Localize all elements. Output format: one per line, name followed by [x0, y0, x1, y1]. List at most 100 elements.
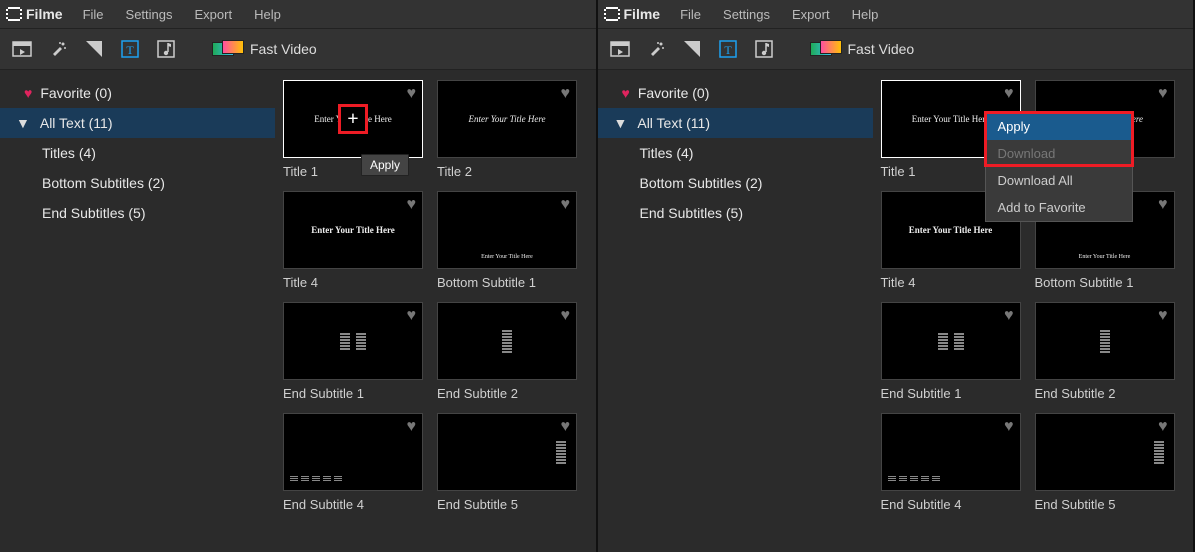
template-thumb-es2[interactable]: ♥ [437, 302, 577, 380]
menu-help[interactable]: Help [844, 5, 887, 24]
ctx-download-all[interactable]: Download All [986, 167, 1132, 194]
ctx-add-favorite[interactable]: Add to Favorite [986, 194, 1132, 221]
sidebar-item-all-text[interactable]: ▼ All Text (11) [598, 108, 873, 138]
menu-file[interactable]: File [672, 5, 709, 24]
favorite-heart-icon[interactable]: ♥ [1004, 307, 1014, 325]
template-thumb-es5[interactable]: ♥ [1035, 413, 1175, 491]
transitions-icon[interactable] [678, 35, 706, 63]
sidebar-item-all-text[interactable]: ▼ All Text (11) [0, 108, 275, 138]
ctx-apply[interactable]: Apply [986, 113, 1132, 140]
template-label: End Subtitle 4 [283, 497, 423, 512]
template-thumb-es4[interactable]: ♥ [881, 413, 1021, 491]
template-thumb-es5[interactable]: ♥ [437, 413, 577, 491]
template-card[interactable]: Enter Your Title Here ♥ Bottom Subtitle … [437, 191, 577, 290]
menu-export[interactable]: Export [187, 5, 241, 24]
app-name: Filme [624, 6, 661, 22]
sidebar-item-bottom-subtitles[interactable]: Bottom Subtitles (2) [598, 168, 873, 198]
template-thumb-title1[interactable]: Enter Your Title Here ♥ + [283, 80, 423, 158]
svg-text:T: T [724, 43, 732, 57]
content-area: Enter Your Title Here ♥ Title 1 Enter Yo… [873, 70, 1194, 552]
sidebar-item-end-subtitles[interactable]: End Subtitles (5) [598, 198, 873, 228]
thumb-graphic [938, 333, 964, 350]
sidebar-item-titles[interactable]: Titles (4) [598, 138, 873, 168]
thumb-preview-text: Enter Your Title Here [305, 225, 401, 235]
favorite-heart-icon[interactable]: ♥ [407, 196, 417, 214]
sidebar-item-label: All Text (11) [40, 115, 113, 131]
favorite-heart-icon[interactable]: ♥ [561, 307, 571, 325]
template-label: End Subtitle 2 [1035, 386, 1175, 401]
media-icon[interactable] [8, 35, 36, 63]
menu-export[interactable]: Export [784, 5, 838, 24]
template-thumb-es2[interactable]: ♥ [1035, 302, 1175, 380]
menu-help[interactable]: Help [246, 5, 289, 24]
template-label: Title 4 [881, 275, 1021, 290]
favorite-heart-icon[interactable]: ♥ [1004, 85, 1014, 103]
sidebar-item-favorite[interactable]: ♥ Favorite (0) [598, 78, 873, 108]
text-icon[interactable]: T [714, 35, 742, 63]
fast-video-label: Fast Video [250, 41, 317, 57]
sidebar-item-label: Favorite (0) [638, 85, 710, 101]
template-thumb-title2[interactable]: Enter Your Title Here ♥ [437, 80, 577, 158]
favorite-heart-icon[interactable]: ♥ [407, 307, 417, 325]
text-icon[interactable]: T [116, 35, 144, 63]
template-card[interactable]: Enter Your Title Here ♥ + Title 1 Apply [283, 80, 423, 179]
menu-settings[interactable]: Settings [715, 5, 778, 24]
sidebar-item-favorite[interactable]: ♥ Favorite (0) [0, 78, 275, 108]
template-card[interactable]: ♥ End Subtitle 1 [881, 302, 1021, 401]
effects-icon[interactable] [642, 35, 670, 63]
favorite-heart-icon[interactable]: ♥ [1158, 418, 1168, 436]
ctx-download[interactable]: Download [986, 140, 1132, 167]
favorite-heart-icon[interactable]: ♥ [407, 418, 417, 436]
svg-text:T: T [126, 43, 134, 57]
menu-file[interactable]: File [75, 5, 112, 24]
transitions-icon[interactable] [80, 35, 108, 63]
favorite-heart-icon[interactable]: ♥ [561, 418, 571, 436]
template-thumb-es1[interactable]: ♥ [283, 302, 423, 380]
template-label: Bottom Subtitle 1 [1035, 275, 1175, 290]
menu-settings[interactable]: Settings [118, 5, 181, 24]
template-card[interactable]: Enter Your Title Here ♥ Title 2 [437, 80, 577, 179]
heart-icon: ♥ [24, 85, 32, 101]
sidebar-item-label: Titles (4) [640, 145, 694, 161]
titlebar: Filme File Settings Export Help [598, 0, 1194, 28]
fast-video-button[interactable]: Fast Video [810, 40, 915, 58]
toolbar: T Fast Video [0, 28, 596, 70]
sidebar-item-titles[interactable]: Titles (4) [0, 138, 275, 168]
sidebar-item-bottom-subtitles[interactable]: Bottom Subtitles (2) [0, 168, 275, 198]
favorite-heart-icon[interactable]: ♥ [561, 85, 571, 103]
favorite-heart-icon[interactable]: ♥ [1158, 196, 1168, 214]
template-card[interactable]: ♥ End Subtitle 2 [437, 302, 577, 401]
template-card[interactable]: Enter Your Title Here ♥ Title 4 [283, 191, 423, 290]
heart-icon: ♥ [622, 85, 630, 101]
sidebar-item-end-subtitles[interactable]: End Subtitles (5) [0, 198, 275, 228]
favorite-heart-icon[interactable]: ♥ [561, 196, 571, 214]
template-thumb-bs1[interactable]: Enter Your Title Here ♥ [437, 191, 577, 269]
effects-icon[interactable] [44, 35, 72, 63]
favorite-heart-icon[interactable]: ♥ [1158, 85, 1168, 103]
template-label: End Subtitle 2 [437, 386, 577, 401]
favorite-heart-icon[interactable]: ♥ [407, 85, 417, 103]
template-card[interactable]: ♥ End Subtitle 1 [283, 302, 423, 401]
fast-video-button[interactable]: Fast Video [212, 40, 317, 58]
chevron-down-icon: ▼ [614, 115, 628, 131]
template-card[interactable]: ♥ End Subtitle 4 [881, 413, 1021, 512]
thumb-preview-text: Enter Your Title Here [903, 225, 999, 235]
media-icon[interactable] [606, 35, 634, 63]
favorite-heart-icon[interactable]: ♥ [1158, 307, 1168, 325]
favorite-heart-icon[interactable]: ♥ [1004, 418, 1014, 436]
template-card[interactable]: ♥ End Subtitle 5 [437, 413, 577, 512]
template-card[interactable]: ♥ End Subtitle 4 [283, 413, 423, 512]
audio-icon[interactable] [152, 35, 180, 63]
template-thumb-title4[interactable]: Enter Your Title Here ♥ [283, 191, 423, 269]
template-thumb-es1[interactable]: ♥ [881, 302, 1021, 380]
app-logo: Filme [604, 6, 661, 22]
context-menu: Apply Download Download All Add to Favor… [985, 112, 1133, 222]
apply-plus-button[interactable]: + [338, 104, 368, 134]
template-card[interactable]: ♥ End Subtitle 5 [1035, 413, 1175, 512]
template-label: End Subtitle 5 [1035, 497, 1175, 512]
audio-icon[interactable] [750, 35, 778, 63]
template-card[interactable]: ♥ End Subtitle 2 [1035, 302, 1175, 401]
film-icon [604, 6, 620, 22]
template-thumb-es4[interactable]: ♥ [283, 413, 423, 491]
sidebar: ♥ Favorite (0) ▼ All Text (11) Titles (4… [598, 70, 873, 552]
